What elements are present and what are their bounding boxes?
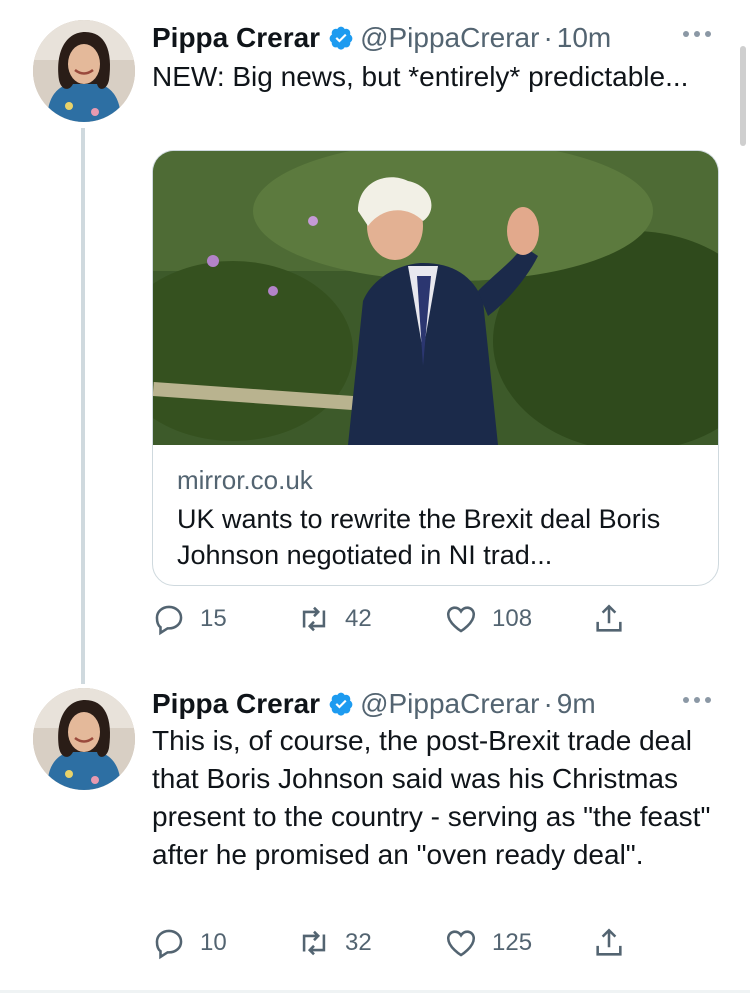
reply-count: 10 (200, 929, 227, 956)
scrollbar[interactable] (740, 46, 746, 146)
retweet-button[interactable]: 32 (297, 926, 372, 960)
heart-icon (446, 606, 476, 633)
retweet-count: 42 (345, 605, 372, 632)
reply-button[interactable]: 15 (152, 602, 227, 636)
more-icon[interactable] (680, 24, 714, 44)
tweet-1[interactable]: Pippa Crerar @PippaCrerar · 10m NEW: Big… (0, 18, 750, 658)
author-name[interactable]: Pippa Crerar (152, 22, 320, 54)
tweet-actions: 10 32 125 (152, 926, 632, 966)
tweet-actions: 15 42 108 (152, 602, 632, 642)
avatar[interactable] (33, 20, 135, 122)
reply-button[interactable]: 10 (152, 926, 227, 960)
tweet-text: This is, of course, the post-Brexit trad… (152, 725, 711, 870)
card-title: UK wants to rewrite the Brexit deal Bori… (177, 504, 661, 570)
tweet-time[interactable]: 10m (557, 22, 611, 54)
like-count: 125 (492, 929, 533, 956)
share-button[interactable] (592, 926, 640, 960)
share-icon (596, 604, 622, 632)
card-image (153, 151, 718, 445)
like-button[interactable]: 108 (444, 602, 532, 636)
verified-badge-icon (329, 692, 353, 716)
retweet-icon (302, 606, 326, 632)
tweet-header: Pippa Crerar @PippaCrerar · 10m (152, 18, 611, 58)
card-domain: mirror.co.uk (177, 465, 313, 495)
link-card[interactable]: mirror.co.uk UK wants to rewrite the Bre… (152, 150, 719, 586)
separator-dot: · (543, 22, 553, 53)
reply-count: 15 (200, 605, 227, 632)
separator-dot: · (543, 688, 553, 719)
retweet-icon (302, 930, 326, 956)
tweet-header: Pippa Crerar @PippaCrerar · 9m (152, 684, 596, 724)
share-button[interactable] (592, 602, 640, 636)
author-handle[interactable]: @PippaCrerar (360, 688, 539, 720)
like-button[interactable]: 125 (444, 926, 532, 960)
reply-icon (155, 929, 183, 960)
author-name[interactable]: Pippa Crerar (152, 688, 320, 720)
retweet-count: 32 (345, 929, 372, 956)
author-handle[interactable]: @PippaCrerar (360, 22, 539, 54)
share-icon (596, 928, 622, 956)
tweet-time[interactable]: 9m (557, 688, 596, 720)
avatar[interactable] (33, 688, 135, 790)
like-count: 108 (492, 605, 533, 632)
tweet-2[interactable]: Pippa Crerar @PippaCrerar · 9m This is, … (0, 684, 750, 974)
verified-badge-icon (329, 26, 353, 50)
retweet-button[interactable]: 42 (297, 602, 372, 636)
tweet-text: NEW: Big news, but *entirely* predictabl… (152, 61, 689, 92)
more-icon[interactable] (680, 690, 714, 710)
reply-icon (155, 605, 183, 636)
heart-icon (446, 930, 476, 957)
